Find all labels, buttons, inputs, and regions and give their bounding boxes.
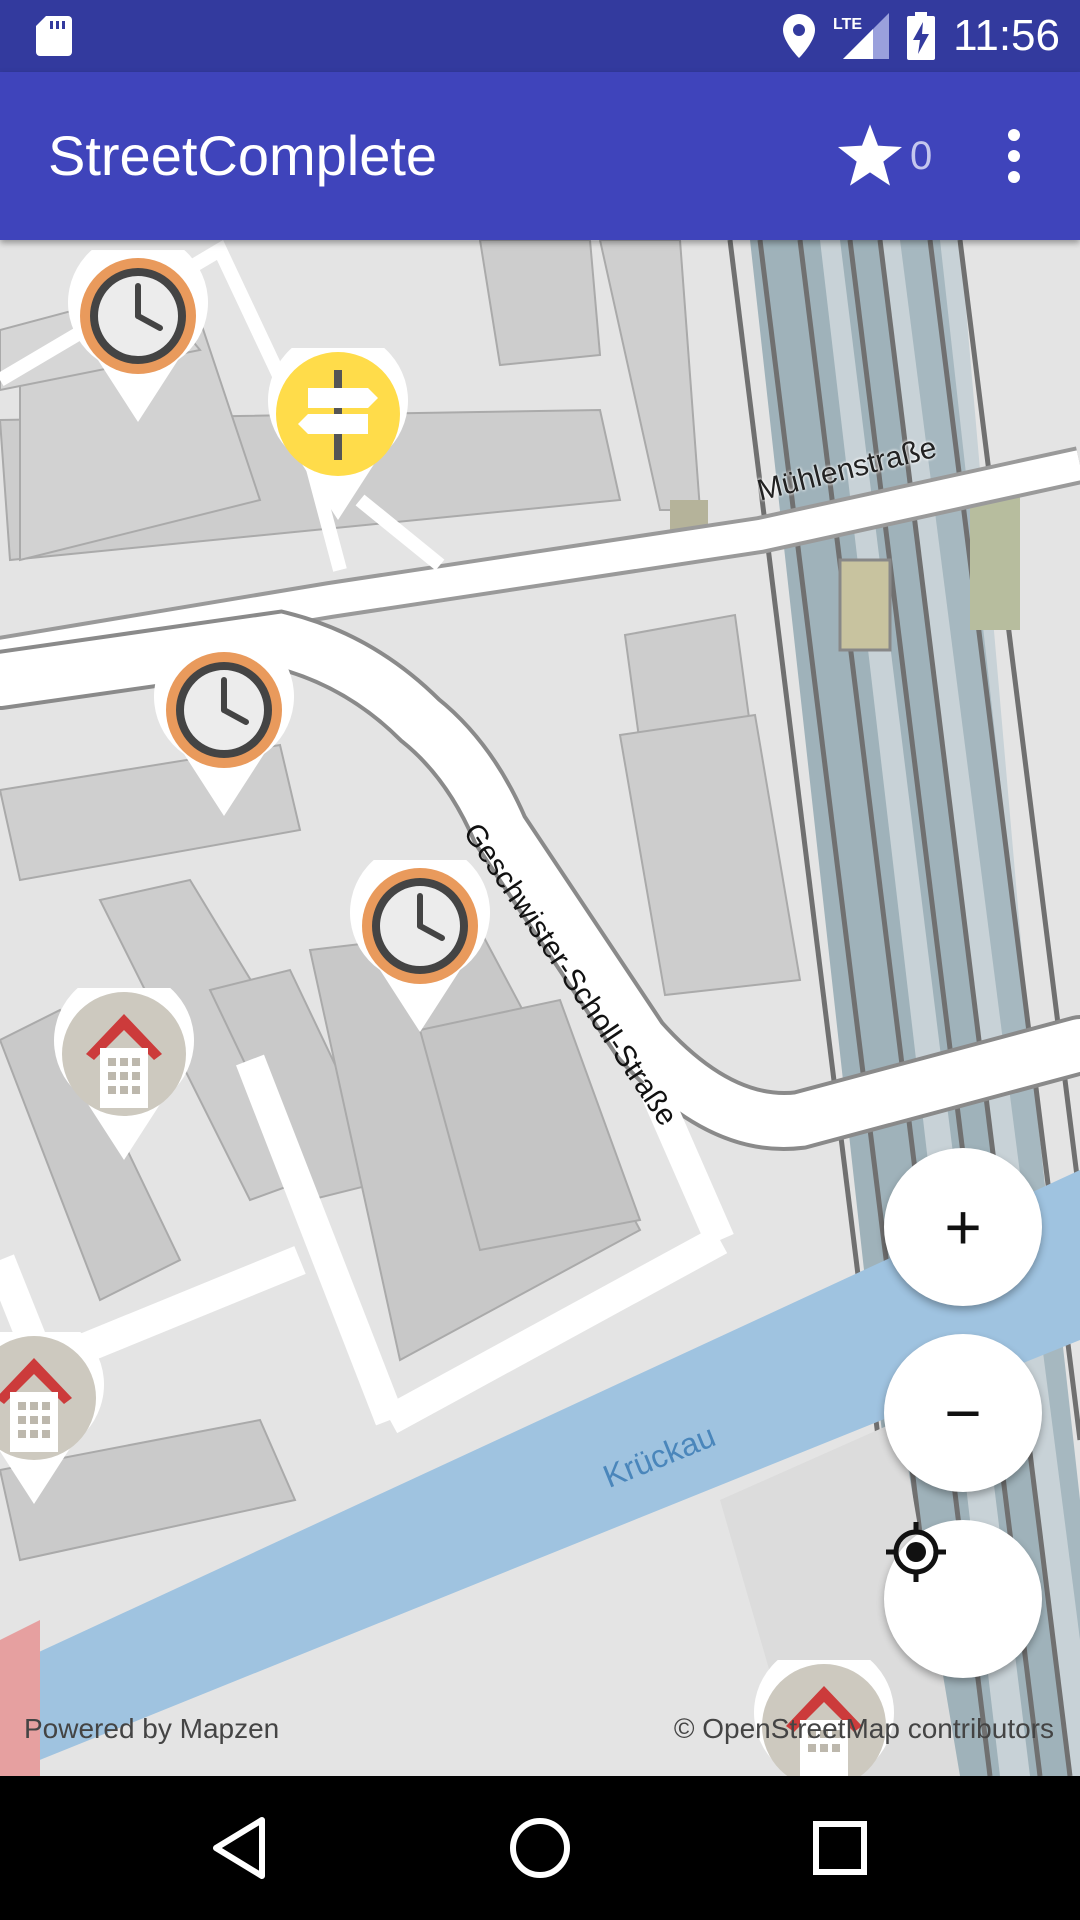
zoom-in-button[interactable]: + bbox=[884, 1148, 1042, 1306]
attribution-mapzen[interactable]: Powered by Mapzen bbox=[24, 1713, 279, 1745]
opening-hours-quest-pin[interactable] bbox=[154, 644, 294, 816]
star-icon[interactable] bbox=[838, 124, 902, 186]
recents-icon[interactable] bbox=[804, 1812, 876, 1884]
my-location-icon bbox=[886, 1522, 946, 1582]
opening-hours-quest-pin[interactable] bbox=[350, 860, 490, 1032]
clock: 11:56 bbox=[953, 11, 1060, 60]
zoom-in-label: + bbox=[944, 1191, 982, 1263]
map-view[interactable]: Mühlenstraße Geschwister-Scholl-Straße K… bbox=[0, 240, 1080, 1776]
direction-sign-quest-pin[interactable] bbox=[268, 348, 408, 520]
app-bar: StreetComplete 0 bbox=[0, 72, 1080, 240]
navigation-bar bbox=[0, 1776, 1080, 1920]
building-quest-pin[interactable] bbox=[54, 988, 194, 1160]
home-icon[interactable] bbox=[504, 1812, 576, 1884]
opening-hours-quest-pin[interactable] bbox=[68, 250, 208, 422]
app-title: StreetComplete bbox=[48, 124, 438, 187]
more-vert-icon[interactable] bbox=[1000, 128, 1028, 184]
zoom-out-button[interactable]: − bbox=[884, 1334, 1042, 1492]
building-quest-pin[interactable] bbox=[0, 1332, 104, 1504]
back-icon[interactable] bbox=[204, 1812, 276, 1884]
location-icon bbox=[783, 14, 816, 58]
sd-card-icon bbox=[36, 16, 72, 56]
status-bar: LTE 11:56 bbox=[0, 0, 1080, 72]
star-count: 0 bbox=[910, 134, 933, 178]
battery-charging-icon bbox=[907, 12, 936, 60]
zoom-out-label: − bbox=[944, 1377, 982, 1449]
my-location-button[interactable] bbox=[884, 1520, 1042, 1678]
signal-icon: LTE bbox=[833, 13, 890, 59]
attribution-osm[interactable]: © OpenStreetMap contributors bbox=[674, 1713, 1054, 1745]
network-type: LTE bbox=[833, 16, 862, 33]
